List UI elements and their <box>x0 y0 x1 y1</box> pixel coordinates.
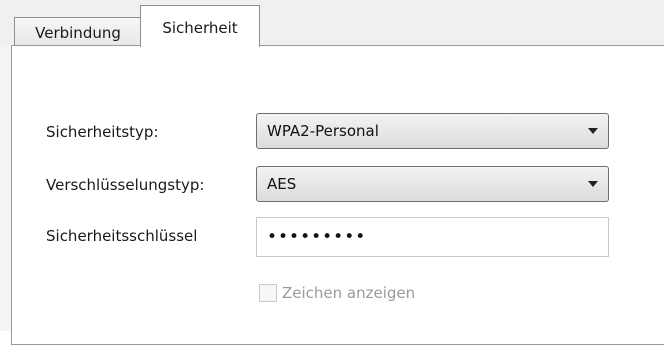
encryption-type-dropdown[interactable]: AES <box>256 166 609 202</box>
chevron-down-icon <box>588 128 598 134</box>
wireless-properties-dialog: Verbindung Sicherheit Sicherheitstyp: WP… <box>0 0 664 345</box>
security-type-label: Sicherheitstyp: <box>46 123 159 141</box>
tab-connection[interactable]: Verbindung <box>14 17 142 47</box>
tab-connection-label: Verbindung <box>35 23 121 42</box>
encryption-type-label: Verschlüsselungstyp: <box>46 176 205 194</box>
tab-strip: Verbindung Sicherheit <box>0 0 664 47</box>
checkbox-unchecked-icon[interactable] <box>259 284 277 302</box>
tab-security-label: Sicherheit <box>162 19 238 37</box>
security-key-value: ••••••••• <box>267 227 367 247</box>
chevron-down-icon <box>588 181 598 187</box>
tab-security[interactable]: Sicherheit <box>140 5 260 47</box>
show-characters-option[interactable]: Zeichen anzeigen <box>259 284 415 302</box>
show-characters-label: Zeichen anzeigen <box>282 284 416 302</box>
security-type-value: WPA2-Personal <box>267 122 379 140</box>
security-type-dropdown[interactable]: WPA2-Personal <box>256 113 609 149</box>
security-key-input[interactable]: ••••••••• <box>256 217 609 257</box>
encryption-type-value: AES <box>267 175 297 193</box>
security-key-label: Sicherheitsschlüssel <box>46 227 198 245</box>
